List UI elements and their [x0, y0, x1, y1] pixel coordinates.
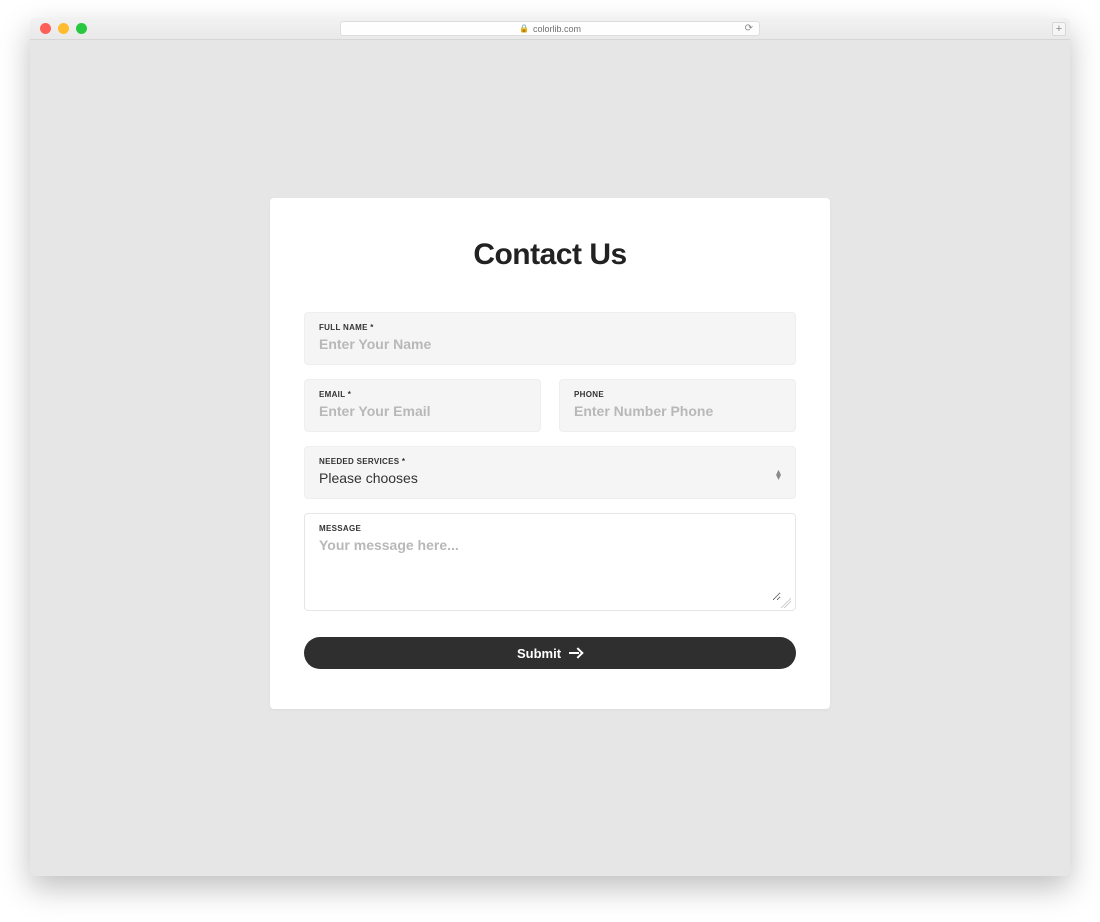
services-field-wrap[interactable]: NEEDED SERVICES * Please chooses ▴▾: [304, 446, 796, 499]
maximize-window-button[interactable]: [76, 23, 87, 34]
phone-label: PHONE: [574, 390, 781, 399]
address-bar[interactable]: 🔒 colorlib.com ⟳: [340, 21, 760, 36]
phone-field-wrap[interactable]: PHONE: [559, 379, 796, 432]
email-label: EMAIL *: [319, 390, 526, 399]
message-label: MESSAGE: [319, 524, 781, 533]
page-viewport: Contact Us FULL NAME * EMAIL * PHONE NEE…: [30, 40, 1070, 876]
full-name-field-wrap[interactable]: FULL NAME *: [304, 312, 796, 365]
title-bar: 🔒 colorlib.com ⟳ +: [30, 18, 1070, 40]
services-label: NEEDED SERVICES *: [319, 457, 781, 466]
resize-grip-icon: [781, 598, 791, 608]
traffic-lights: [40, 23, 87, 34]
page-title: Contact Us: [304, 238, 796, 272]
submit-label: Submit: [517, 646, 561, 661]
reload-icon[interactable]: ⟳: [745, 23, 753, 34]
full-name-input[interactable]: [319, 336, 781, 352]
contact-card: Contact Us FULL NAME * EMAIL * PHONE NEE…: [270, 198, 830, 709]
new-tab-button[interactable]: +: [1052, 22, 1066, 36]
lock-icon: 🔒: [519, 24, 529, 33]
arrow-right-icon: [569, 649, 583, 657]
services-select[interactable]: Please chooses: [319, 470, 781, 486]
phone-input[interactable]: [574, 403, 781, 419]
message-field-wrap[interactable]: MESSAGE: [304, 513, 796, 611]
full-name-label: FULL NAME *: [319, 323, 781, 332]
email-input[interactable]: [319, 403, 526, 419]
message-textarea[interactable]: [319, 537, 781, 601]
close-window-button[interactable]: [40, 23, 51, 34]
email-field-wrap[interactable]: EMAIL *: [304, 379, 541, 432]
submit-button[interactable]: Submit: [304, 637, 796, 669]
minimize-window-button[interactable]: [58, 23, 69, 34]
browser-window: 🔒 colorlib.com ⟳ + Contact Us FULL NAME …: [30, 18, 1070, 876]
url-host: colorlib.com: [533, 24, 581, 34]
